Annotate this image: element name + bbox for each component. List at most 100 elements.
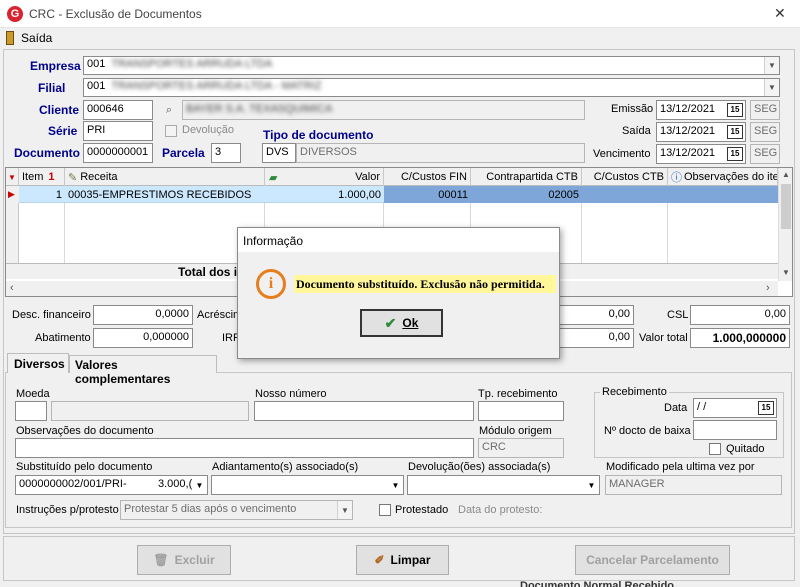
moeda-code-field[interactable] — [15, 401, 47, 421]
exit-door-icon — [6, 31, 14, 45]
chevron-down-icon[interactable]: ▼ — [337, 501, 352, 519]
chevron-down-icon[interactable]: ▼ — [192, 476, 207, 494]
observacoes-field[interactable] — [15, 438, 474, 458]
vencimento-day: SEG — [750, 144, 780, 164]
row-contrapartida: 02005 — [471, 186, 582, 203]
empresa-label: Empresa — [30, 59, 81, 73]
instrucoes-select[interactable]: Protestar 5 dias após o vencimento ▼ — [120, 500, 353, 520]
csl-field[interactable]: 0,00 — [690, 305, 790, 325]
tipo-documento-label: Tipo de documento — [263, 128, 374, 142]
chevron-down-icon[interactable]: ▼ — [388, 476, 403, 494]
background-status-text: Documento Normal Recebido — [520, 580, 675, 587]
app-logo-icon: G — [7, 6, 23, 22]
modificado-field: MANAGER — [605, 475, 782, 495]
empresa-dropdown-icon[interactable]: ▼ — [764, 57, 779, 74]
chevron-down-icon[interactable]: ▼ — [584, 476, 599, 494]
title-bar: G CRC - Exclusão de Documentos ✕ — [0, 0, 800, 28]
adiantamento-label: Adiantamento(s) associado(s) — [212, 461, 359, 473]
scroll-down-icon[interactable]: ▼ — [782, 268, 790, 277]
emissao-label: Emissão — [611, 103, 654, 115]
substituido-select[interactable]: 0000000002/001/PRI- 3.000,( ▼ — [15, 475, 208, 495]
empresa-field[interactable]: 001 TRANSPORTES ARRUDA LTDA ▼ — [83, 56, 780, 75]
window-title: CRC - Exclusão de Documentos — [29, 7, 202, 21]
saida-day: SEG — [750, 122, 780, 142]
column-header-obs[interactable]: ⓘ Observações do ite — [668, 168, 778, 186]
dialog-title: Informação — [243, 234, 304, 248]
info-icon: ⓘ — [671, 172, 682, 184]
column-header-ccctb[interactable]: C/Custos CTB — [582, 168, 668, 186]
substituido-label: Substituído pelo documento — [16, 461, 153, 473]
tp-recebimento-field[interactable] — [478, 401, 564, 421]
trash-icon: 🗑 — [153, 553, 169, 567]
excluir-button[interactable]: 🗑 Excluir — [137, 545, 231, 575]
cancelar-parcelamento-button[interactable]: Cancelar Parcelamento — [575, 545, 730, 575]
row-item: 1 — [55, 188, 62, 201]
serie-label: Série — [48, 124, 78, 138]
row-ccctb — [582, 186, 668, 203]
scroll-right-icon[interactable]: › — [766, 282, 770, 294]
table-row[interactable]: ▶ 1 00035-EMPRESTIMOS RECEBIDOS 1.000,00… — [6, 186, 778, 203]
calendar-icon[interactable]: 15 — [727, 103, 743, 117]
column-header-contrapartida[interactable]: Contrapartida CTB — [471, 168, 582, 186]
calendar-icon[interactable]: 15 — [758, 401, 774, 415]
scroll-thumb[interactable] — [781, 184, 791, 229]
nosso-numero-field[interactable] — [254, 401, 474, 421]
filial-field[interactable]: 001 TRANSPORTES ARRUDA LTDA - MATRIZ ▼ — [83, 78, 780, 97]
filial-label: Filial — [38, 81, 66, 95]
calendar-icon[interactable]: 15 — [727, 147, 743, 161]
menu-exit[interactable]: Saída — [21, 31, 52, 45]
tab-diversos[interactable]: Diversos — [7, 353, 69, 373]
documento-field[interactable]: 0000000001 — [83, 143, 153, 163]
dialog-title-bar: Informação — [238, 228, 559, 252]
total-field-1[interactable]: 0,00 — [558, 305, 634, 325]
protestado-label: Protestado — [395, 504, 449, 516]
cliente-name-field: BAYER S.A. TEXASQUIMICA — [182, 100, 585, 120]
desc-financeiro-field[interactable]: 0,0000 — [93, 305, 193, 325]
row-obs — [668, 186, 778, 203]
acrescimo-label: Acréscim — [197, 309, 243, 321]
devolucao-checkbox[interactable] — [165, 125, 177, 137]
cliente-code-field[interactable]: 000646 — [83, 100, 153, 120]
data-protesto-label: Data do protesto: — [458, 504, 543, 516]
calendar-icon[interactable]: 15 — [727, 125, 743, 139]
info-dialog: Informação i Documento substituído. Excl… — [237, 227, 560, 359]
ok-button[interactable]: ✔ Ok — [360, 309, 443, 337]
vertical-scrollbar[interactable]: ▲ ▼ — [778, 168, 792, 281]
row-receita: 00035-EMPRESTIMOS RECEBIDOS — [68, 188, 252, 201]
adiantamento-select[interactable]: ▼ — [211, 475, 404, 495]
protestado-checkbox[interactable] — [379, 504, 391, 516]
receita-icon: ✎ — [68, 171, 78, 184]
devolucao-assoc-select[interactable]: ▼ — [407, 475, 600, 495]
limpar-button[interactable]: ✐ Limpar — [356, 545, 449, 575]
grid-total-label: Total dos i — [178, 265, 238, 279]
parcela-field[interactable]: 3 — [211, 143, 241, 163]
column-header-item[interactable]: Item 1 — [19, 168, 65, 186]
filial-dropdown-icon[interactable]: ▼ — [764, 79, 779, 96]
grid-header-indicator: ▼ — [6, 168, 19, 186]
quitado-checkbox[interactable] — [709, 443, 721, 455]
scroll-up-icon[interactable]: ▲ — [782, 170, 790, 179]
abatimento-label: Abatimento — [35, 332, 91, 344]
data-label: Data — [664, 402, 688, 414]
modulo-origem-field: CRC — [478, 438, 564, 458]
recebimento-group-label: Recebimento — [600, 386, 669, 398]
column-header-valor[interactable]: ▰ Valor — [265, 168, 384, 186]
serie-field[interactable]: PRI — [83, 121, 153, 141]
moeda-desc-field — [51, 401, 249, 421]
total-field-2[interactable]: 0,00 — [558, 328, 634, 348]
scroll-left-icon[interactable]: ‹ — [10, 282, 14, 294]
row-ccfin: 00011 — [384, 186, 471, 203]
binoculars-icon[interactable]: ⌕ — [158, 101, 180, 119]
modificado-label: Modificado pela ultima vez por — [606, 461, 755, 473]
close-icon[interactable]: ✕ — [774, 5, 786, 22]
abatimento-field[interactable]: 0,000000 — [93, 328, 193, 348]
column-header-ccfin[interactable]: C/Custos FIN — [384, 168, 471, 186]
tab-valores-complementares[interactable]: Valores complementares — [69, 355, 217, 386]
emissao-day: SEG — [750, 100, 780, 120]
n-docto-baixa-field[interactable] — [693, 420, 777, 440]
documento-label: Documento — [14, 146, 80, 160]
tipo-code-field[interactable]: DVS — [262, 143, 296, 163]
column-header-receita[interactable]: ✎ Receita — [65, 168, 265, 186]
saida-label: Saída — [622, 125, 651, 137]
valor-total-label: Valor total — [639, 332, 688, 344]
